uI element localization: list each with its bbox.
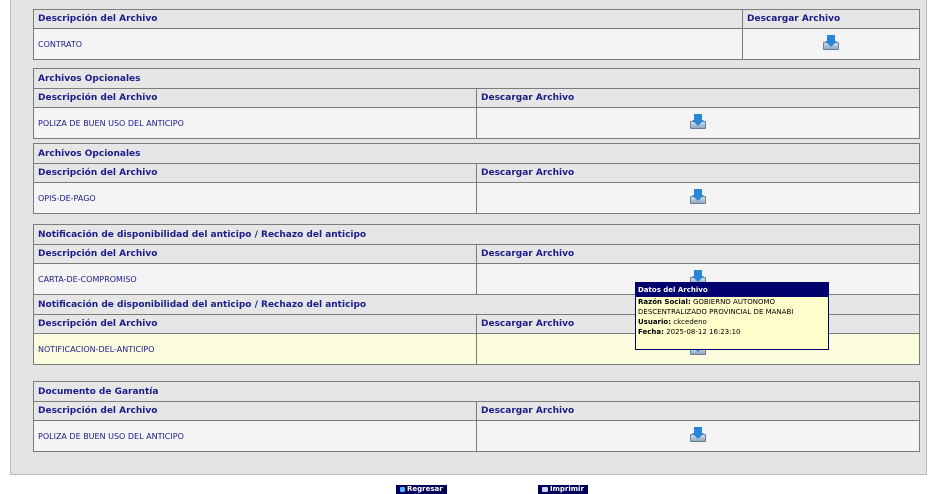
file-description: CARTA-DE-COMPROMISO (33, 263, 477, 295)
table-row: POLIZA DE BUEN USO DEL ANTICIPO (33, 420, 920, 452)
section-title: Documento de Garantía (33, 381, 920, 402)
download-header: Descargar Archivo (476, 244, 920, 264)
file-block-poliza-opcional: Archivos Opcionales Descripción del Arch… (33, 68, 920, 139)
tooltip-fecha: Fecha: 2025-08-12 16:23:10 (636, 327, 828, 337)
file-block-garantia: Documento de Garantía Descripción del Ar… (33, 381, 920, 452)
download-header: Descargar Archivo (742, 9, 920, 29)
tooltip-title: Datos del Archivo (636, 283, 828, 297)
usuario-label: Usuario: (638, 318, 672, 326)
section-title-row: Archivos Opcionales (33, 68, 920, 89)
file-description: CONTRATO (33, 28, 743, 60)
razon-label: Razón Social: (638, 298, 691, 306)
fecha-value: 2025-08-12 16:23:10 (666, 328, 741, 336)
description-header: Descripción del Archivo (33, 163, 477, 183)
section-title: Notificación de disponibilidad del antic… (33, 224, 920, 245)
table-row: POLIZA DE BUEN USO DEL ANTICIPO (33, 107, 920, 139)
description-header: Descripción del Archivo (33, 314, 477, 334)
file-block-contrato: Descripción del Archivo Descargar Archiv… (33, 9, 920, 60)
back-button[interactable]: Regresar (396, 485, 447, 494)
section-title-row: Documento de Garantía (33, 381, 920, 402)
file-description: NOTIFICACION-DEL-ANTICIPO (33, 333, 477, 365)
table-header: Descripción del Archivo Descargar Archiv… (33, 88, 920, 108)
file-description: POLIZA DE BUEN USO DEL ANTICIPO (33, 420, 477, 452)
download-icon[interactable] (823, 35, 839, 51)
file-block-opis: Archivos Opcionales Descripción del Arch… (33, 143, 920, 214)
back-button-label: Regresar (407, 485, 443, 493)
fecha-label: Fecha: (638, 328, 664, 336)
file-description: POLIZA DE BUEN USO DEL ANTICIPO (33, 107, 477, 139)
file-description: OPIS-DE-PAGO (33, 182, 477, 214)
table-header: Descripción del Archivo Descargar Archiv… (33, 9, 920, 29)
description-header: Descripción del Archivo (33, 401, 477, 421)
table-header: Descripción del Archivo Descargar Archiv… (33, 244, 920, 264)
download-icon[interactable] (690, 189, 706, 205)
print-button-label: Imprimir (550, 485, 584, 493)
table-header: Descripción del Archivo Descargar Archiv… (33, 401, 920, 421)
usuario-value: ckcedeno (673, 318, 707, 326)
description-header: Descripción del Archivo (33, 244, 477, 264)
download-header: Descargar Archivo (476, 88, 920, 108)
section-title-row: Notificación de disponibilidad del antic… (33, 224, 920, 245)
tooltip-razon: Razón Social: GOBIERNO AUTONOMO (636, 297, 828, 307)
table-header: Descripción del Archivo Descargar Archiv… (33, 163, 920, 183)
file-info-tooltip: Datos del Archivo Razón Social: GOBIERNO… (635, 282, 829, 350)
download-icon[interactable] (690, 427, 706, 443)
back-arrow-icon (400, 487, 405, 492)
printer-icon (542, 487, 548, 492)
section-title: Archivos Opcionales (33, 143, 920, 164)
section-title-row: Archivos Opcionales (33, 143, 920, 164)
description-header: Descripción del Archivo (33, 88, 477, 108)
download-header: Descargar Archivo (476, 163, 920, 183)
print-button[interactable]: Imprimir (538, 485, 588, 494)
tooltip-razon-cont: DESCENTRALIZADO PROVINCIAL DE MANABI (638, 308, 794, 316)
table-row: CONTRATO (33, 28, 920, 60)
description-header: Descripción del Archivo (33, 9, 743, 29)
razon-value: GOBIERNO AUTONOMO (692, 298, 776, 306)
tooltip-usuario: Usuario: ckcedeno (636, 317, 828, 327)
table-row: OPIS-DE-PAGO (33, 182, 920, 214)
section-title: Archivos Opcionales (33, 68, 920, 89)
download-icon[interactable] (690, 114, 706, 130)
download-header: Descargar Archivo (476, 401, 920, 421)
